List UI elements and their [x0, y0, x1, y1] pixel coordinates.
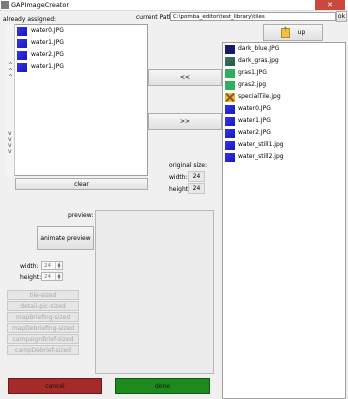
tile-thumbnail-icon	[225, 129, 235, 138]
assigned-list-item[interactable]: water2.JPG	[6, 49, 147, 61]
window-title: GAPImageCreator	[11, 1, 70, 9]
file-list-item[interactable]: water0.JPG	[223, 103, 345, 115]
original-width-label: width:	[169, 174, 188, 181]
tile-thumbnail-icon	[225, 105, 235, 114]
original-width-value: 24	[188, 171, 205, 182]
output-height-spinner[interactable]: 24 ▲ ▼	[41, 272, 63, 281]
tile-thumbnail-icon	[225, 141, 235, 150]
file-list-item[interactable]: dark_blue.JPG	[223, 43, 345, 55]
file-list-item[interactable]: water_still1.jpg	[223, 139, 345, 151]
size-preset-button[interactable]: mapDebriefing-sized	[7, 323, 79, 333]
file-list-item[interactable]: water1.JPG	[223, 115, 345, 127]
assigned-item-label: water1.JPG	[31, 39, 64, 46]
tile-thumbnail-icon	[225, 57, 235, 66]
file-item-label: specialTile.jpg	[238, 93, 281, 100]
remove-from-assigned-button[interactable]: >>	[148, 113, 222, 130]
tile-thumbnail-icon	[17, 63, 27, 72]
tile-thumbnail-icon	[225, 45, 235, 54]
animate-preview-button[interactable]: animate preview	[37, 226, 94, 250]
file-item-label: gras2.jpg	[238, 81, 267, 88]
app-icon	[1, 1, 9, 9]
preview-label: preview:	[68, 212, 94, 219]
close-button[interactable]: ✕	[315, 0, 345, 10]
output-width-label: width:	[20, 263, 39, 270]
cancel-button[interactable]: cancel	[8, 378, 102, 394]
up-button-label: up	[297, 29, 306, 36]
file-list-item[interactable]: specialTile.jpg	[223, 91, 345, 103]
assigned-list-item[interactable]: water1.JPG	[6, 37, 147, 49]
current-path-input[interactable]: C:\pomba_editor\test_library\tiles	[170, 12, 336, 21]
output-width-value: 24	[44, 263, 51, 269]
title-bar: GAPImageCreator ✕	[0, 0, 348, 11]
size-preset-button[interactable]: campDebrief-sized	[7, 345, 79, 355]
assigned-item-label: water0.JPG	[31, 27, 64, 34]
file-list-item[interactable]: gras2.jpg	[223, 79, 345, 91]
file-item-label: water1.JPG	[238, 117, 271, 124]
size-preset-button[interactable]: tile-sized	[7, 290, 79, 300]
file-item-label: water_still1.jpg	[238, 141, 284, 148]
output-height-value: 24	[44, 274, 51, 280]
reorder-strip: ^ ^ ^ v v v v	[5, 24, 15, 176]
tile-thumbnail-icon	[225, 153, 235, 162]
done-button[interactable]: done	[115, 378, 210, 394]
file-list[interactable]: dark_blue.JPG dark_gras.jpg gras1.JPG gras2…	[222, 42, 346, 399]
assigned-list[interactable]: water0.JPG water1.JPG water2.JPG water1.JPG	[5, 24, 148, 176]
preview-area	[95, 210, 214, 374]
folder-up-icon: ↑	[280, 26, 290, 38]
move-up-arrow-icon[interactable]: ^	[8, 74, 13, 81]
assigned-list-item[interactable]: water0.JPG	[6, 25, 147, 37]
file-item-label: water0.JPG	[238, 105, 271, 112]
assigned-label: already assigned:	[3, 16, 57, 23]
file-item-label: gras1.JPG	[238, 69, 267, 76]
size-preset-button[interactable]: detail-pic-sized	[7, 301, 79, 311]
output-width-spinner[interactable]: 24 ▲ ▼	[41, 261, 63, 270]
tile-thumbnail-icon	[17, 39, 27, 48]
ok-button[interactable]: ok	[336, 11, 347, 22]
assigned-item-label: water1.JPG	[31, 63, 64, 70]
spinner-arrows-icon[interactable]: ▲ ▼	[55, 273, 62, 280]
file-item-label: water_still2.jpg	[238, 153, 284, 160]
add-to-assigned-button[interactable]: <<	[148, 69, 222, 86]
spinner-arrows-icon[interactable]: ▲ ▼	[55, 262, 62, 269]
tile-thumbnail-icon	[225, 69, 235, 78]
file-list-item[interactable]: gras1.JPG	[223, 67, 345, 79]
size-preset-button[interactable]: campaignBrief-sized	[7, 334, 79, 344]
move-down-arrow-icon[interactable]: v	[8, 148, 12, 155]
tile-thumbnail-icon	[225, 117, 235, 126]
file-item-label: water2.JPG	[238, 129, 271, 136]
tile-thumbnail-icon	[225, 93, 235, 102]
original-size-label: original size:	[169, 162, 207, 169]
original-height-label: height:	[169, 186, 191, 193]
file-item-label: dark_gras.jpg	[238, 57, 279, 64]
current-path-label: current Path:	[136, 14, 175, 21]
tile-thumbnail-icon	[17, 51, 27, 60]
original-height-value: 24	[188, 183, 205, 194]
file-list-item[interactable]: water_still2.jpg	[223, 151, 345, 163]
up-button[interactable]: ↑ up	[263, 24, 323, 41]
tile-thumbnail-icon	[17, 27, 27, 36]
file-item-label: dark_blue.JPG	[238, 45, 280, 52]
assigned-item-label: water2.JPG	[31, 51, 64, 58]
file-list-item[interactable]: dark_gras.jpg	[223, 55, 345, 67]
size-preset-button[interactable]: mapBriefing-sized	[7, 312, 79, 322]
clear-button[interactable]: clear	[15, 178, 148, 190]
output-height-label: height:	[20, 274, 42, 281]
assigned-list-item[interactable]: water1.JPG	[6, 61, 147, 73]
file-list-item[interactable]: water2.JPG	[223, 127, 345, 139]
tile-thumbnail-icon	[225, 81, 235, 90]
